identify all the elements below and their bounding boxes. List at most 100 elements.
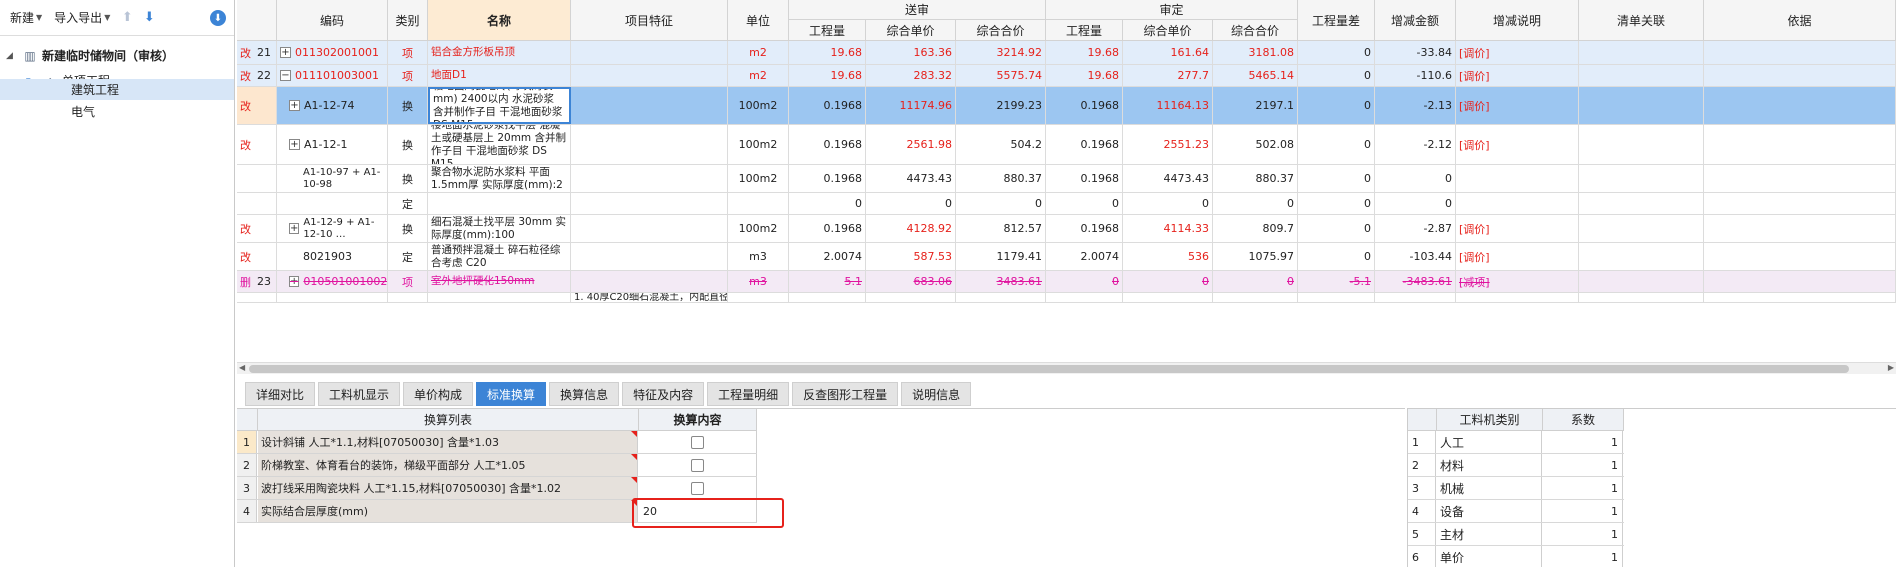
cell-list[interactable] (1579, 125, 1704, 164)
tree-node-architecture[interactable]: 建筑工程 (0, 79, 234, 100)
new-menu-button[interactable]: 新建 ▼ (6, 6, 46, 30)
cell-name[interactable]: 地面D1 (428, 65, 571, 86)
cell-feature[interactable]: 1. 40厚C20细石混凝土，内配直径 (571, 293, 728, 302)
cell-s-total[interactable]: 504.2 (956, 125, 1046, 164)
table-row[interactable]: 删 23 +010501001002 项 室外地坪硬化150mm m3 5.1 683.06 3… (237, 271, 1896, 293)
expand-plus-icon[interactable]: + (289, 276, 300, 287)
cell-code[interactable]: + A1-12-9 + A1-12-10 … (277, 215, 388, 242)
cell-type[interactable]: 换 (388, 215, 428, 242)
resource-factor-value[interactable]: 1 (1543, 454, 1623, 476)
cell-unit[interactable] (728, 293, 789, 302)
row-header[interactable]: 改 (237, 243, 277, 270)
column-header-unit[interactable]: 单位 (728, 0, 789, 41)
cell-a-qty[interactable]: 0 (1046, 193, 1123, 214)
row-header[interactable]: 改 (237, 125, 277, 164)
table-row[interactable]: 改 + A1-12-9 + A1-12-10 … 换 细石混凝土找平层 30mm 实际厚… (237, 215, 1896, 243)
cell-list[interactable] (1579, 165, 1704, 192)
cell-code[interactable]: + A1-12-1 (277, 125, 388, 164)
cell-type[interactable]: 定 (388, 243, 428, 270)
cell-code[interactable]: 8021903 (277, 243, 388, 270)
cell-unit[interactable]: m3 (728, 271, 789, 292)
cell-s-total[interactable]: 3483.61 (956, 271, 1046, 292)
cell-change[interactable]: -3483.61 (1375, 271, 1456, 292)
resource-factor-value[interactable]: 1 (1543, 523, 1623, 545)
cell-basis[interactable] (1704, 41, 1896, 64)
resource-factor-value[interactable]: 1 (1543, 477, 1623, 499)
cell-code[interactable]: + A1-12-74 (277, 87, 388, 124)
cell-a-price[interactable]: 4473.43 (1123, 165, 1213, 192)
cell-feature[interactable] (571, 215, 728, 242)
table-row[interactable]: 改 22−011101003001 项地面D1 m2 19.68 283.32 5575.7… (237, 65, 1896, 87)
table-row[interactable]: 改 + A1-12-74 换 楼地面陶瓷地砖(每块周长mm) 2400以内 水泥砂浆 含… (237, 87, 1896, 125)
cell-a-qty[interactable]: 19.68 (1046, 65, 1123, 86)
cell-change[interactable]: -2.13 (1375, 87, 1456, 124)
cell-name[interactable]: 室外地坪硬化150mm (428, 271, 571, 292)
expand-plus-icon[interactable]: + (280, 47, 291, 58)
cell-diff[interactable]: -5.1 (1298, 271, 1375, 292)
table-row[interactable]: 改 + A1-12-1 换 楼地面水泥砂浆找平层 混凝土或硬基层上 20mm 含并制作子… (237, 125, 1896, 165)
cell-diff[interactable]: 0 (1298, 125, 1375, 164)
cell-diff[interactable]: 0 (1298, 165, 1375, 192)
cell-s-qty[interactable]: 0.1968 (789, 215, 866, 242)
cell-a-total[interactable]: 809.7 (1213, 215, 1298, 242)
move-up-arrow-icon[interactable]: ⬆ (118, 7, 136, 29)
collapse-minus-icon[interactable]: − (280, 70, 291, 81)
cell-feature[interactable] (571, 125, 728, 164)
cell-list[interactable] (1579, 41, 1704, 64)
cell-diff[interactable]: 0 (1298, 65, 1375, 86)
cell-a-total[interactable]: 502.08 (1213, 125, 1298, 164)
cell-type[interactable]: 项 (388, 271, 428, 292)
tab-5[interactable]: 换算信息 (549, 382, 620, 406)
cell-s-price[interactable]: 0 (866, 193, 956, 214)
cell-a-qty[interactable] (1046, 293, 1123, 302)
cell-feature[interactable] (571, 41, 728, 64)
tab-9[interactable]: 说明信息 (901, 382, 972, 406)
table-row[interactable]: A1-10-97 + A1-10-98 换 聚合物水泥防水浆料 平面 1.5mm厚 … (237, 165, 1896, 193)
cell-code[interactable] (277, 293, 388, 302)
cell-list[interactable] (1579, 65, 1704, 86)
cell-code[interactable] (277, 193, 388, 214)
cell-list[interactable] (1579, 271, 1704, 292)
cell-list[interactable] (1579, 215, 1704, 242)
cell-type[interactable]: 换 (388, 125, 428, 164)
conversion-row[interactable]: 3 波打线采用陶瓷块料 人工*1.15,材料[07050030] 含量*1.02 (237, 477, 757, 500)
cell-unit[interactable]: 100m2 (728, 165, 789, 192)
cell-name[interactable]: 楼地面水泥砂浆找平层 混凝土或硬基层上 20mm 含并制作子目 干混地面砂浆 D… (428, 125, 571, 164)
cell-a-total[interactable]: 5465.14 (1213, 65, 1298, 86)
cell-s-total[interactable]: 1179.41 (956, 243, 1046, 270)
cell-change[interactable]: 0 (1375, 165, 1456, 192)
column-header-basis[interactable]: 依据 (1704, 0, 1896, 41)
cell-s-total[interactable] (956, 293, 1046, 302)
conversion-row[interactable]: 1 设计斜铺 人工*1.1,材料[07050030] 含量*1.03 (237, 431, 757, 454)
tab-1[interactable]: 详细对比 (245, 382, 316, 406)
cell-name[interactable]: 楼地面陶瓷地砖(每块周长mm) 2400以内 水泥砂浆 含并制作子目 干混地面砂… (428, 87, 571, 124)
cell-a-total[interactable] (1213, 293, 1298, 302)
tab-6[interactable]: 特征及内容 (622, 382, 705, 406)
cell-a-price[interactable]: 536 (1123, 243, 1213, 270)
cell-code[interactable]: +011302001001 (277, 41, 388, 64)
cell-s-total[interactable]: 880.37 (956, 165, 1046, 192)
cell-a-qty[interactable]: 0.1968 (1046, 125, 1123, 164)
cell-basis[interactable] (1704, 243, 1896, 270)
cell-type[interactable] (388, 293, 428, 302)
cell-unit[interactable]: 100m2 (728, 87, 789, 124)
cell-name[interactable] (428, 293, 571, 302)
cell-s-price[interactable]: 4473.43 (866, 165, 956, 192)
column-header-approved-total[interactable]: 综合合价 (1213, 20, 1298, 41)
cell-diff[interactable]: 0 (1298, 41, 1375, 64)
resource-row[interactable]: 6 单价 1 (1408, 546, 1624, 567)
tab-7[interactable]: 工程量明细 (707, 382, 790, 406)
cell-list[interactable] (1579, 293, 1704, 302)
cell-a-qty[interactable]: 0.1968 (1046, 165, 1123, 192)
scrollbar-thumb[interactable] (249, 365, 1849, 373)
cell-change[interactable]: 0 (1375, 193, 1456, 214)
scroll-right-arrow-icon[interactable]: ▶ (1888, 363, 1894, 372)
cell-feature[interactable] (571, 243, 728, 270)
cell-note[interactable]: [调价] (1456, 215, 1579, 242)
row-header[interactable]: 改 22 (237, 65, 277, 86)
cell-name[interactable] (428, 193, 571, 214)
cell-s-price[interactable]: 4128.92 (866, 215, 956, 242)
cell-unit[interactable]: m2 (728, 65, 789, 86)
cell-unit[interactable]: 100m2 (728, 215, 789, 242)
cell-type[interactable]: 换 (388, 87, 428, 124)
